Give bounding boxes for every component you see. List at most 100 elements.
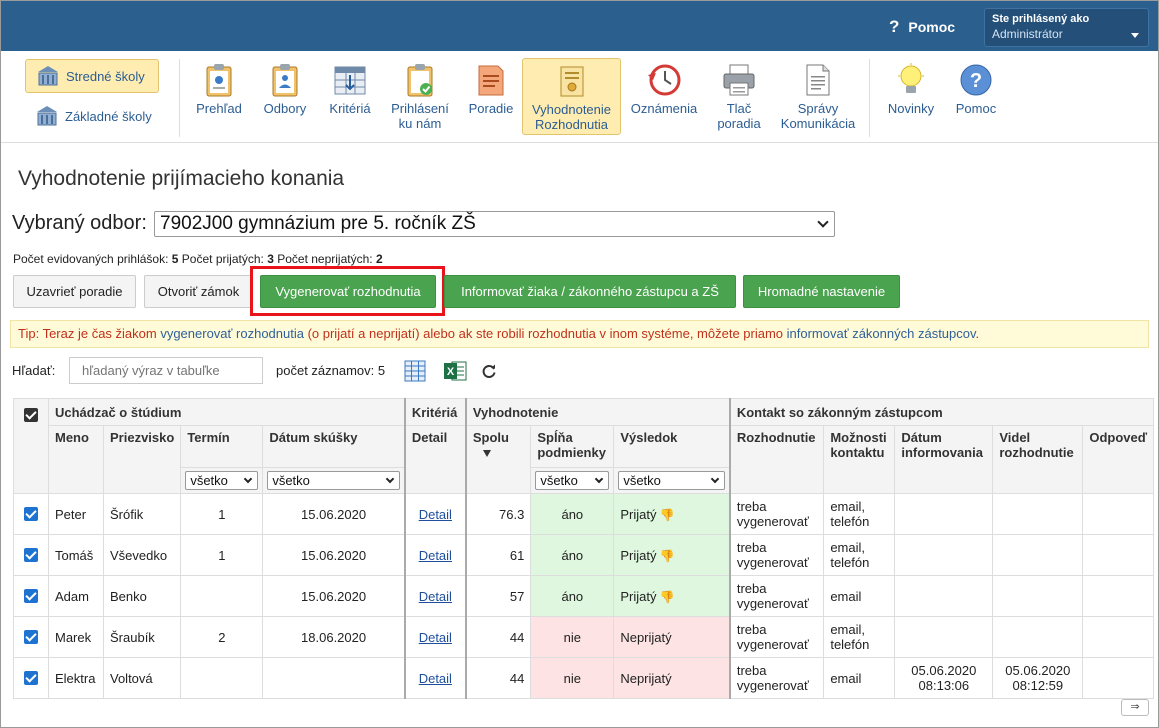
tool-applicants-label-2: ku nám <box>398 116 442 131</box>
col-result[interactable]: Výsledok <box>613 425 731 468</box>
tool-print-label-2: poradia <box>717 116 761 131</box>
detail-link[interactable]: Detail <box>419 589 452 604</box>
detail-link[interactable]: Detail <box>419 671 452 686</box>
result-text: Prijatý <box>620 506 657 522</box>
inform-guardian-button[interactable]: Informovať žiaka / zákonného zástupcu a … <box>444 275 736 308</box>
col-info-date-label-1: Dátum <box>901 430 942 445</box>
bulk-settings-button[interactable]: Hromadné nastavenie <box>743 275 900 308</box>
filter-date-select[interactable]: všetko <box>267 471 400 490</box>
tool-help[interactable]: ? Pomoc <box>949 58 1003 135</box>
tool-fields[interactable]: Odbory <box>257 58 313 135</box>
cell-decision: treba vygenerovať <box>728 657 825 699</box>
col-term[interactable]: Termín <box>180 425 264 468</box>
col-contact[interactable]: Možnosti kontaktu <box>823 425 896 494</box>
col-answer[interactable]: Odpoveď <box>1082 425 1155 494</box>
col-detail: Detail <box>403 425 467 494</box>
cell-contact: email <box>823 575 896 617</box>
tool-notices[interactable]: Oznámenia <box>626 58 702 135</box>
row-checkbox[interactable] <box>24 548 38 562</box>
search-input[interactable] <box>69 357 263 384</box>
col-meets-label-1: Spĺňa <box>537 430 573 445</box>
excel-export-icon[interactable]: X <box>443 360 467 382</box>
refresh-icon[interactable] <box>481 363 497 379</box>
detail-link[interactable]: Detail <box>419 630 452 645</box>
primary-schools-button[interactable]: Základné školy <box>25 99 159 133</box>
decision-text-1: treba <box>736 540 767 555</box>
tool-criteria-label: Kritériá <box>329 101 371 116</box>
printer-icon <box>723 64 755 96</box>
row-checkbox[interactable] <box>24 630 38 644</box>
tip-inform-link[interactable]: informovať zákonných zástupcov <box>787 326 976 341</box>
cell-answer <box>1082 657 1155 699</box>
tool-applicants[interactable]: Prihlásení ku nám <box>385 58 455 135</box>
select-all-checkbox[interactable] <box>24 408 38 422</box>
tool-print[interactable]: Tlač poradia <box>713 58 765 135</box>
row-select-cell[interactable] <box>13 575 49 617</box>
col-exam-date[interactable]: Dátum skúšky <box>262 425 406 468</box>
select-all-cell[interactable] <box>13 398 49 494</box>
cell-decision: treba vygenerovať <box>728 534 825 576</box>
row-select-cell[interactable] <box>13 657 49 699</box>
user-role: Administrátor <box>992 27 1063 41</box>
tip-generate-link[interactable]: vygenerovať rozhodnutia <box>160 326 304 341</box>
close-order-button[interactable]: Uzavrieť poradie <box>13 275 136 308</box>
applicants-table: Uchádzač o štúdium Kritériá Vyhodnotenie… <box>13 398 1155 699</box>
row-select-cell[interactable] <box>13 616 49 658</box>
group-evaluation: Vyhodnotenie <box>464 398 731 426</box>
decision-text-2: vygenerovať <box>736 555 809 570</box>
col-info-date[interactable]: Dátum informovania <box>894 425 994 494</box>
order-list-icon <box>478 65 504 96</box>
secondary-schools-label: Stredné školy <box>66 68 145 84</box>
thumbs-down-icon[interactable]: 👎 <box>659 549 674 563</box>
row-select-cell[interactable] <box>13 493 49 535</box>
school-building-icon <box>37 106 57 126</box>
row-select-cell[interactable] <box>13 534 49 576</box>
decision-text-1: treba <box>736 581 767 596</box>
detail-link[interactable]: Detail <box>419 548 452 563</box>
row-checkbox[interactable] <box>24 671 38 685</box>
school-building-icon <box>38 66 58 86</box>
thumbs-down-icon[interactable]: 👎 <box>659 508 674 522</box>
row-checkbox[interactable] <box>24 507 38 521</box>
contact-text-2: telefón <box>830 637 870 652</box>
col-meets[interactable]: Spĺňa podmienky <box>530 425 615 468</box>
table-row: Marek Šraubík 2 18.06.2020 Detail 44 nie… <box>13 616 1155 658</box>
col-info-date-label-2: informovania <box>901 445 983 460</box>
cell-contact: email, telefón <box>823 534 896 576</box>
tool-overview[interactable]: Prehľad <box>190 58 248 135</box>
help-link[interactable]: ? Pomoc <box>889 17 955 37</box>
col-total[interactable]: Spolu <box>464 425 532 494</box>
col-last-name[interactable]: Priezvisko <box>102 425 182 494</box>
thumbs-down-icon[interactable]: 👎 <box>659 590 674 604</box>
filter-meets-cell: všetko <box>530 467 615 494</box>
field-select[interactable]: 7902J00 gymnázium pre 5. ročník ZŠ <box>154 211 835 237</box>
tool-news[interactable]: Novinky <box>881 58 941 135</box>
tool-messages[interactable]: Správy Komunikácia <box>775 58 861 135</box>
secondary-schools-button[interactable]: Stredné školy <box>25 59 159 93</box>
col-decision[interactable]: Rozhodnutie <box>728 425 825 494</box>
svg-text:X: X <box>447 366 455 378</box>
cell-contact: email, telefón <box>823 616 896 658</box>
tool-evaluation[interactable]: Vyhodnotenie Rozhodnutia <box>522 58 621 135</box>
detail-link[interactable]: Detail <box>419 507 452 522</box>
cell-result: Prijatý 👎 <box>613 534 731 576</box>
cell-detail: Detail <box>403 493 467 535</box>
result-text: Neprijatý <box>620 670 672 686</box>
col-seen[interactable]: Videl rozhodnutie <box>992 425 1084 494</box>
contact-text-1: email, <box>830 540 866 555</box>
row-checkbox[interactable] <box>24 589 38 603</box>
tool-messages-label-1: Správy <box>797 101 839 116</box>
open-lock-button[interactable]: Otvoriť zámok <box>144 275 253 308</box>
filter-result-select[interactable]: všetko <box>618 471 725 490</box>
scroll-right-button[interactable]: ⇒ <box>1121 699 1149 716</box>
col-contact-label-2: kontaktu <box>830 445 885 460</box>
columns-icon[interactable] <box>404 360 426 382</box>
cell-exam-date: 18.06.2020 <box>262 616 406 658</box>
tool-order[interactable]: Poradie <box>463 58 519 135</box>
col-first-name[interactable]: Meno <box>48 425 104 494</box>
tool-criteria[interactable]: Kritériá <box>323 58 377 135</box>
filter-term-select[interactable]: všetko <box>185 471 259 490</box>
user-menu[interactable]: Ste prihlásený ako Administrátor <box>984 8 1149 47</box>
cell-info-date <box>894 616 994 658</box>
filter-meets-select[interactable]: všetko <box>535 471 610 490</box>
